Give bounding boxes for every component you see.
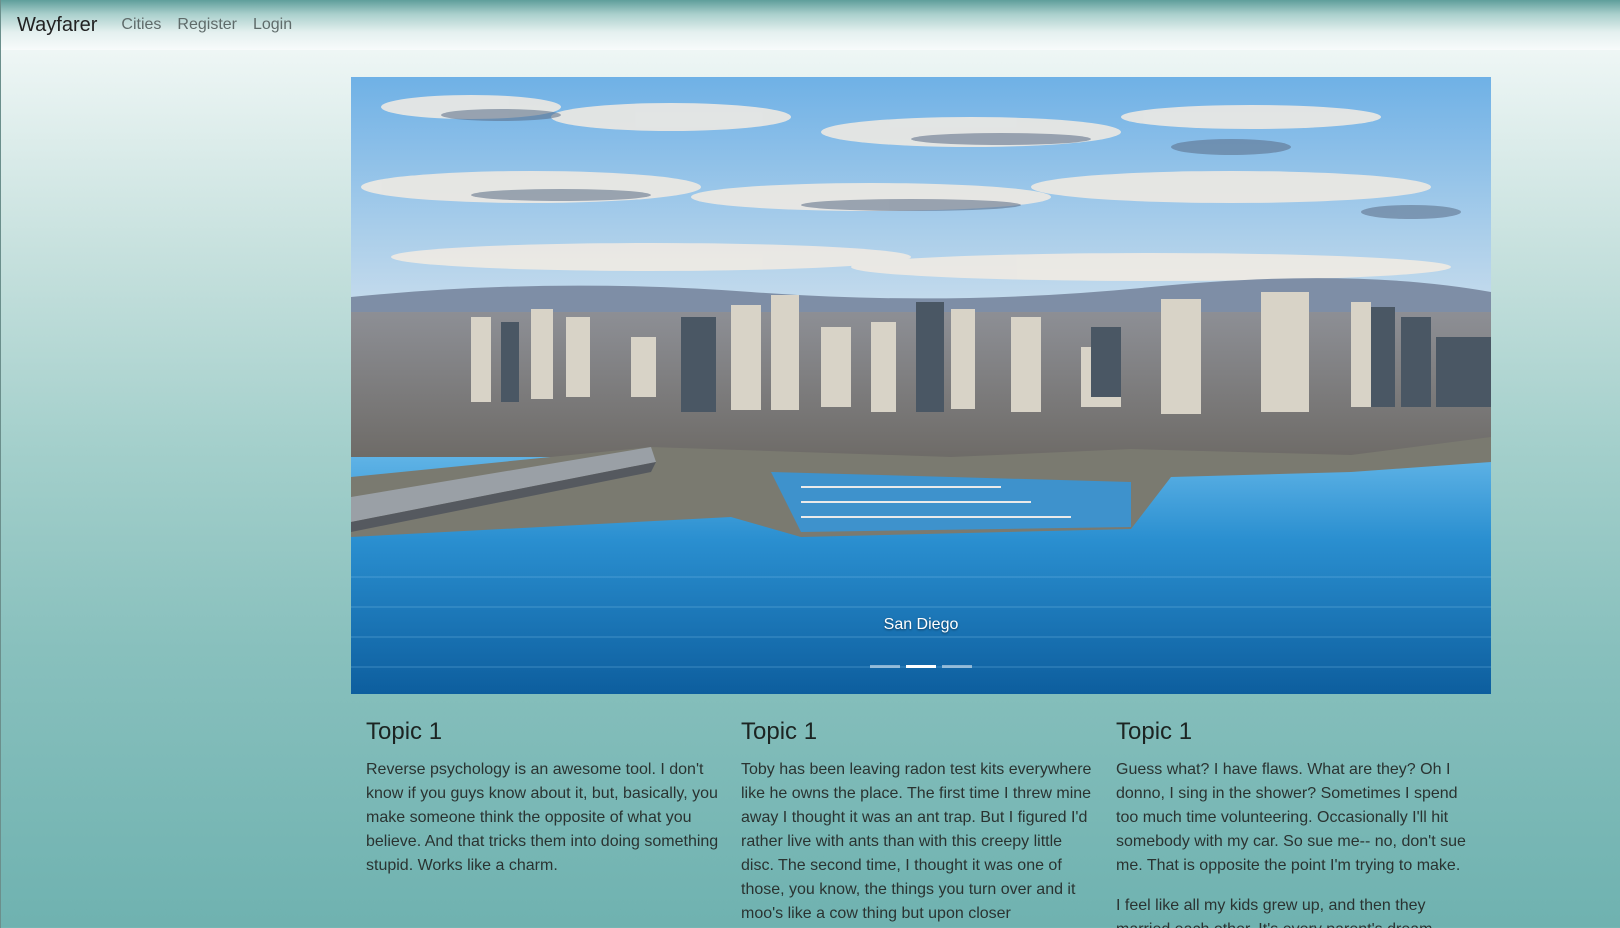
topic-cards: Topic 1 Reverse psychology is an awesome…: [366, 712, 1491, 928]
topic-paragraph: I feel like all my kids grew up, and the…: [1116, 897, 1437, 928]
carousel-caption: San Diego: [883, 616, 959, 633]
carousel-city-image: [351, 77, 1491, 694]
carousel-indicator-1[interactable]: [870, 665, 900, 668]
topic-title: Topic 1: [1116, 718, 1193, 745]
brand-logo[interactable]: Wayfarer: [17, 14, 97, 37]
nav-link-cities[interactable]: Cities: [121, 16, 161, 34]
top-navbar: Wayfarer Cities Register Login: [1, 0, 1620, 50]
topic-card: Topic 1 Reverse psychology is an awesome…: [366, 712, 741, 928]
topic-title: Topic 1: [741, 718, 818, 745]
topic-paragraph: Toby has been leaving radon test kits ev…: [741, 761, 1092, 922]
carousel-indicator-3[interactable]: [942, 665, 972, 668]
topic-card: Topic 1 Toby has been leaving radon test…: [741, 712, 1116, 928]
city-carousel[interactable]: San Diego: [351, 77, 1491, 694]
topic-paragraph: Guess what? I have flaws. What are they?…: [1116, 761, 1466, 874]
topic-paragraph: Reverse psychology is an awesome tool. I…: [366, 761, 719, 874]
carousel-indicators: [351, 665, 1491, 668]
nav-link-login[interactable]: Login: [253, 16, 292, 34]
topic-card: Topic 1 Guess what? I have flaws. What a…: [1116, 712, 1491, 928]
carousel-indicator-2[interactable]: [906, 665, 936, 668]
nav-link-register[interactable]: Register: [177, 16, 237, 34]
topic-title: Topic 1: [366, 718, 443, 745]
